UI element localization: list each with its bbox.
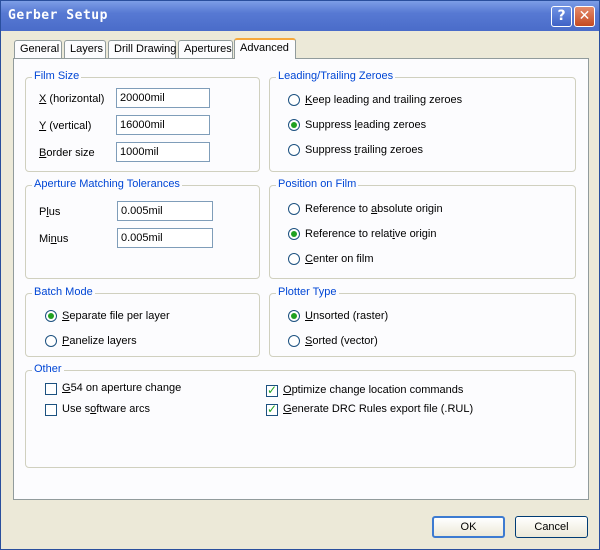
keep-zeroes-label[interactable]: Keep leading and trailing zeroes — [305, 94, 462, 106]
g54-label[interactable]: G54 on aperture change — [62, 382, 181, 394]
center-on-film-radio[interactable] — [288, 253, 300, 265]
suppress-leading-radio[interactable] — [288, 119, 300, 131]
y-vertical-input[interactable]: 16000mil — [116, 115, 210, 135]
minus-label: Minus — [39, 233, 69, 245]
keep-zeroes-radio[interactable] — [288, 94, 300, 106]
absolute-origin-radio[interactable] — [288, 203, 300, 215]
other-group: Other G54 on aperture change Use softwar… — [25, 363, 576, 468]
gerber-setup-dialog: Gerber Setup ? ✕ General Layers Drill Dr… — [0, 0, 600, 550]
plotter-type-group: Plotter Type Unsorted (raster) Sorted (v… — [269, 286, 576, 357]
separate-file-label[interactable]: Separate file per layer — [62, 310, 170, 322]
help-button[interactable]: ? — [551, 6, 572, 27]
tab-apertures[interactable]: Apertures — [178, 40, 233, 58]
panelize-layers-radio[interactable] — [45, 335, 57, 347]
absolute-origin-label[interactable]: Reference to absolute origin — [305, 203, 443, 215]
position-on-film-group: Position on Film Reference to absolute o… — [269, 178, 576, 279]
g54-checkbox[interactable] — [45, 383, 57, 395]
tab-layers[interactable]: Layers — [64, 40, 106, 58]
aperture-matching-title: Aperture Matching Tolerances — [32, 178, 182, 190]
plus-label: Plus — [39, 206, 61, 218]
other-title: Other — [32, 363, 64, 375]
optimize-change-checkbox[interactable] — [266, 383, 278, 397]
tab-general[interactable]: General — [14, 40, 62, 58]
aperture-matching-group: Aperture Matching Tolerances Plus 0.005m… — [25, 178, 260, 279]
leading-trailing-zeroes-group: Leading/Trailing Zeroes Keep leading and… — [269, 70, 576, 172]
suppress-leading-label[interactable]: Suppress leading zeroes — [305, 119, 426, 131]
leading-trailing-title: Leading/Trailing Zeroes — [276, 70, 396, 82]
batch-mode-group: Batch Mode Separate file per layer Panel… — [25, 286, 260, 357]
optimize-change-label[interactable]: Optimize change location commands — [283, 384, 463, 396]
ok-button[interactable]: OK — [432, 516, 505, 538]
sorted-vector-label[interactable]: Sorted (vector) — [305, 335, 378, 347]
film-size-title: Film Size — [32, 70, 82, 82]
suppress-trailing-label[interactable]: Suppress trailing zeroes — [305, 144, 423, 156]
relative-origin-label[interactable]: Reference to relative origin — [305, 228, 436, 240]
center-on-film-label[interactable]: Center on film — [305, 253, 373, 265]
advanced-tab-panel: Film Size X (horizontal) 20000mil Y (ver… — [13, 58, 589, 500]
relative-origin-radio[interactable] — [288, 228, 300, 240]
border-size-input[interactable]: 1000mil — [116, 142, 210, 162]
window-title: Gerber Setup — [8, 8, 108, 23]
x-horizontal-label: X (horizontal) — [39, 93, 105, 105]
minus-input[interactable]: 0.005mil — [117, 228, 213, 248]
unsorted-raster-label[interactable]: Unsorted (raster) — [305, 310, 388, 322]
suppress-trailing-radio[interactable] — [288, 144, 300, 156]
title-bar[interactable]: Gerber Setup ? ✕ — [1, 1, 599, 31]
tab-advanced[interactable]: Advanced — [234, 38, 296, 59]
sorted-vector-radio[interactable] — [288, 335, 300, 347]
tab-drill-drawing[interactable]: Drill Drawing — [108, 40, 176, 58]
border-size-label: Border size — [39, 147, 95, 159]
position-on-film-title: Position on Film — [276, 178, 359, 190]
unsorted-raster-radio[interactable] — [288, 310, 300, 322]
close-button[interactable]: ✕ — [574, 6, 595, 27]
batch-mode-title: Batch Mode — [32, 286, 95, 298]
separate-file-radio[interactable] — [45, 310, 57, 322]
x-horizontal-input[interactable]: 20000mil — [116, 88, 210, 108]
generate-drc-label[interactable]: Generate DRC Rules export file (.RUL) — [283, 403, 473, 415]
software-arcs-label[interactable]: Use software arcs — [62, 403, 150, 415]
y-vertical-label: Y (vertical) — [39, 120, 92, 132]
film-size-group: Film Size X (horizontal) 20000mil Y (ver… — [25, 70, 260, 172]
plotter-type-title: Plotter Type — [276, 286, 339, 298]
software-arcs-checkbox[interactable] — [45, 404, 57, 416]
cancel-button[interactable]: Cancel — [515, 516, 588, 538]
generate-drc-checkbox[interactable] — [266, 402, 278, 416]
panelize-layers-label[interactable]: Panelize layers — [62, 335, 137, 347]
plus-input[interactable]: 0.005mil — [117, 201, 213, 221]
